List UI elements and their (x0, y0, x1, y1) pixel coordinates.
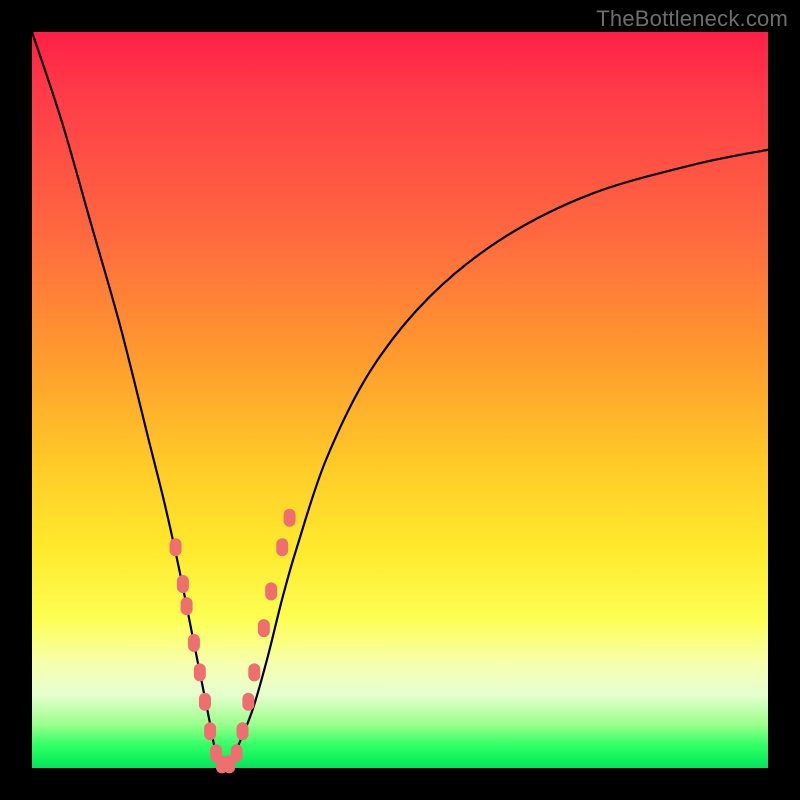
data-marker (276, 538, 288, 556)
data-marker (284, 509, 296, 527)
data-marker (194, 663, 206, 681)
watermark-text: TheBottleneck.com (596, 6, 788, 32)
data-marker (231, 744, 243, 762)
data-marker (199, 693, 211, 711)
data-marker (265, 582, 277, 600)
data-marker (242, 693, 254, 711)
data-marker (204, 722, 216, 740)
chart-frame: TheBottleneck.com (0, 0, 800, 800)
bottleneck-curve-svg (32, 32, 768, 768)
plot-area (32, 32, 768, 768)
data-marker (236, 722, 248, 740)
bottleneck-curve (32, 32, 768, 768)
data-marker (188, 634, 200, 652)
data-marker (177, 575, 189, 593)
data-marker (258, 619, 270, 637)
data-marker (181, 597, 193, 615)
marker-group (170, 509, 296, 774)
data-marker (248, 663, 260, 681)
data-marker (170, 538, 182, 556)
